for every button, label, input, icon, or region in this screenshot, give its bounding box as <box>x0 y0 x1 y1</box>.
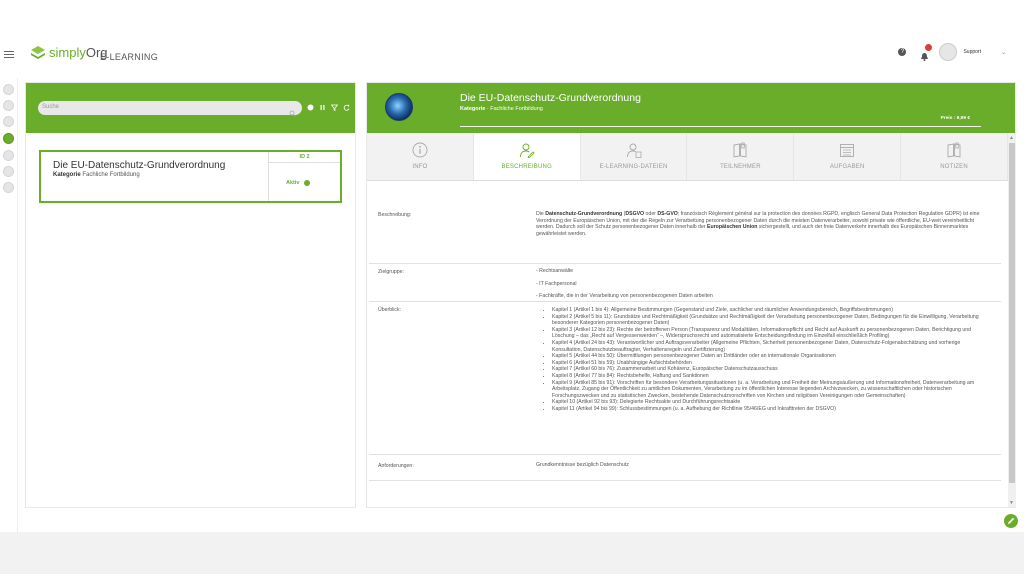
tab-label: INFO <box>412 164 428 170</box>
status-badge: Aktiv <box>286 180 311 186</box>
rail-elearning-icon[interactable] <box>3 133 14 144</box>
beschreibung-label: Beschreibung: <box>378 212 412 218</box>
tab-label: E-LEARNING-DATEIEN <box>599 164 668 170</box>
tab-label: AUFGABEN <box>829 164 865 170</box>
search-placeholder: Suche <box>42 104 60 110</box>
list-item: Kapitel 10 (Artikel 92 bis 93): Delegier… <box>552 399 991 406</box>
logo-text: simplyOrg <box>49 44 108 60</box>
rail-users-icon[interactable] <box>3 100 14 111</box>
list-item: - Rechtsanwälte <box>536 268 574 274</box>
zielgruppe-row: Zielgruppe: - Rechtsanwälte - IT Fachper… <box>369 264 1001 302</box>
course-list-panel: Suche <box>25 82 356 508</box>
rail-settings-icon[interactable] <box>3 182 14 193</box>
ueberblick-row: Überblick: Kapitel 1 (Artikel 1 bis 4): … <box>369 302 1001 455</box>
course-image <box>385 93 413 121</box>
detail-scrollbar[interactable]: ▲ ▼ <box>1008 133 1016 507</box>
beschreibung-text: Die Datenschutz-Grundverordnung (DSGVO o… <box>536 211 980 237</box>
module-title: E-LEARNING <box>100 52 159 62</box>
course-detail-panel: Die EU-Datenschutz-Grundverordnung Kateg… <box>366 82 1016 508</box>
user-edit-icon <box>519 143 535 158</box>
notification-badge <box>925 43 933 51</box>
top-header <box>18 38 1024 74</box>
list-item: Kapitel 4 (Artikel 24 bis 43): Verantwor… <box>552 340 991 353</box>
course-card-meta: ID 2 Aktiv <box>268 152 340 201</box>
course-title: Die EU-Datenschutz-Grundverordnung <box>460 92 641 104</box>
course-category: Kategorie · Fachliche Fortbildung <box>460 106 543 112</box>
beschreibung-row: Beschreibung: Die Datenschutz-Grundveror… <box>369 194 1001 264</box>
list-item: Kapitel 1 (Artikel 1 bis 4): Allgemeine … <box>552 307 991 314</box>
logo-icon <box>30 44 46 60</box>
tab-beschreibung[interactable]: BESCHREIBUNG <box>473 133 581 180</box>
avatar[interactable] <box>939 43 958 61</box>
tab-label: BESCHREIBUNG <box>501 164 552 170</box>
course-card-category: Kategorie Fachliche Fortbildung <box>53 172 140 178</box>
rail-reports-icon[interactable] <box>3 166 14 177</box>
list-item: Kapitel 5 (Artikel 44 bis 50): Übermittl… <box>552 353 991 360</box>
book-icon <box>733 142 747 158</box>
tab-aufgaben[interactable]: AUFGABEN <box>794 133 902 180</box>
list-item: Kapitel 7 (Artikel 60 bis 76): Zusammena… <box>552 366 991 373</box>
description-content: Beschreibung: Die Datenschutz-Grundveror… <box>369 182 1006 507</box>
anforderungen-row: Anforderungen: Grundkenntnisse bezüglich… <box>369 455 1001 481</box>
user-file-icon <box>626 143 641 158</box>
detail-tabs: INFO BESCHREIBUNG E-LEARNING-DATEIEN TEI… <box>367 133 1008 181</box>
zielgruppe-list: - Rechtsanwälte - IT Fachpersonal - Fach… <box>536 268 991 306</box>
pencil-icon <box>1008 517 1015 524</box>
edit-button[interactable] <box>1004 514 1018 528</box>
zielgruppe-label: Zielgruppe: <box>378 269 404 275</box>
bottom-bar <box>0 532 1024 574</box>
tab-teilnehmer[interactable]: TEILNEHMER <box>687 133 795 180</box>
tab-elearning-dateien[interactable]: E-LEARNING-DATEIEN <box>581 133 688 180</box>
ueberblick-label: Überblick: <box>378 307 402 313</box>
rail-calendar-icon[interactable] <box>3 150 14 161</box>
scroll-up-icon[interactable]: ▲ <box>1009 135 1014 141</box>
side-rail <box>0 78 18 532</box>
status-filter-icon[interactable] <box>307 104 314 111</box>
chevron-down-icon[interactable]: ⌄ <box>1001 49 1006 56</box>
list-item: Kapitel 8 (Artikel 77 bis 84): Rechtsbeh… <box>552 373 991 380</box>
list-item: Kapitel 6 (Artikel 51 bis 59): Unabhängi… <box>552 360 991 367</box>
calendar-icon <box>840 144 855 157</box>
menu-icon[interactable] <box>4 51 14 61</box>
rail-docs-icon[interactable] <box>3 116 14 127</box>
list-item: Kapitel 3 (Artikel 12 bis 23): Rechte de… <box>552 327 991 340</box>
rail-home-icon[interactable] <box>3 84 14 95</box>
header-divider <box>460 126 981 127</box>
course-card-title: Die EU-Datenschutz-Grundverordnung <box>53 160 226 171</box>
course-id: ID 2 <box>269 152 340 163</box>
anforderungen-label: Anforderungen: <box>378 463 414 469</box>
scroll-thumb[interactable] <box>1009 143 1015 483</box>
filter-icon[interactable] <box>331 104 338 111</box>
refresh-icon[interactable] <box>343 104 350 111</box>
list-item: Kapitel 9 (Artikel 85 bis 91): Vorschrif… <box>552 380 991 400</box>
course-price: Preis : 9,99 € <box>940 116 970 121</box>
tab-label: TEILNEHMER <box>720 164 761 170</box>
course-card[interactable]: Die EU-Datenschutz-Grundverordnung Kateg… <box>39 150 342 203</box>
tab-notizen[interactable]: NOTIZEN <box>901 133 1008 180</box>
anforderungen-value: Grundkenntnisse bezüglich Datenschutz <box>536 462 629 468</box>
search-icon <box>289 104 296 117</box>
user-name[interactable]: Support <box>963 49 981 55</box>
notes-icon <box>947 142 961 158</box>
bell-icon[interactable] <box>920 43 933 61</box>
list-item: Kapitel 2 (Artikel 5 bis 11): Grundsätze… <box>552 314 991 327</box>
course-detail-header: Die EU-Datenschutz-Grundverordnung Kateg… <box>367 83 1015 133</box>
header-actions: ? Support ⌄ <box>898 43 1006 61</box>
search-input[interactable]: Suche <box>38 101 302 117</box>
pause-icon[interactable] <box>319 104 326 111</box>
ueberblick-list: Kapitel 1 (Artikel 1 bis 4): Allgemeine … <box>536 307 991 413</box>
tab-info[interactable]: INFO <box>367 133 474 180</box>
status-dot <box>304 180 311 186</box>
app-logo[interactable]: simplyOrg <box>30 44 108 60</box>
scroll-down-icon[interactable]: ▼ <box>1009 500 1014 506</box>
tab-label: NOTIZEN <box>940 164 968 170</box>
list-item: - Fachkräfte, die in der Verarbeitung vo… <box>536 293 713 300</box>
help-icon[interactable]: ? <box>898 48 907 56</box>
list-item: Kapitel 11 (Artikel 94 bis 99): Schlussb… <box>552 406 991 413</box>
list-tools <box>307 104 350 111</box>
info-icon <box>412 142 428 158</box>
list-item: - IT Fachpersonal <box>536 280 577 287</box>
course-list-header: Suche <box>26 83 355 133</box>
